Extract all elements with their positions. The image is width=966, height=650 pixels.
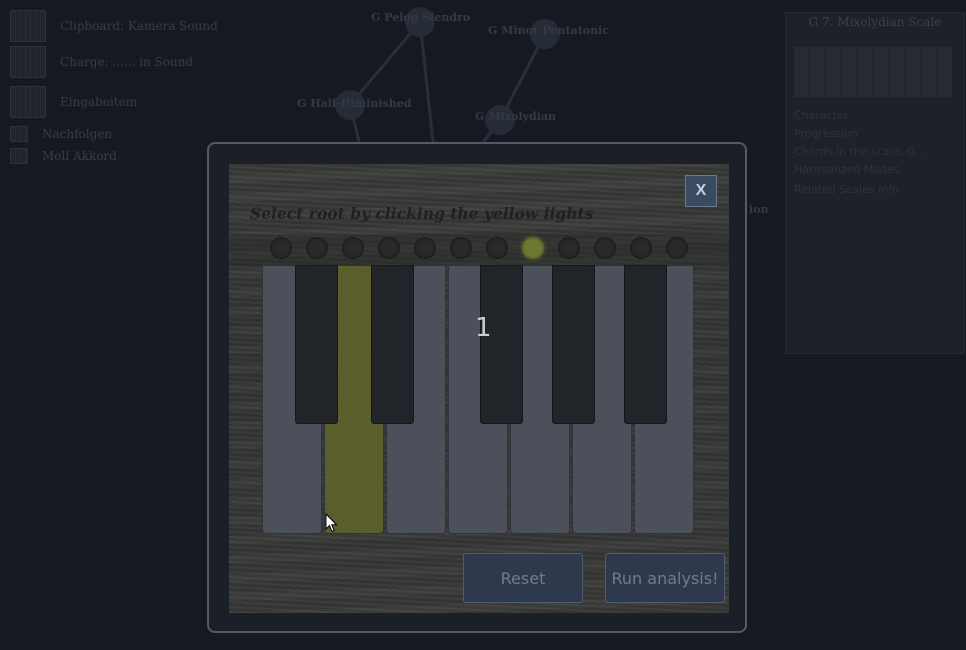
mouse-cursor-icon [325,513,338,533]
root-light[interactable] [522,237,544,259]
root-light[interactable] [414,237,436,259]
root-select-dialog: Select root by clicking the yellow light… [207,142,747,633]
root-light[interactable] [342,237,364,259]
selected-root-marker: 1 [475,313,492,343]
root-light[interactable] [630,237,652,259]
close-button[interactable]: X [685,175,717,207]
root-light[interactable] [270,237,292,259]
root-light[interactable] [594,237,616,259]
root-light[interactable] [486,237,508,259]
black-key[interactable] [295,265,338,424]
black-key[interactable] [480,265,523,424]
root-light[interactable] [306,237,328,259]
root-light[interactable] [558,237,580,259]
root-light[interactable] [450,237,472,259]
black-key[interactable] [624,265,667,424]
root-light[interactable] [378,237,400,259]
black-key[interactable] [552,265,595,424]
black-key[interactable] [371,265,414,424]
reset-button[interactable]: Reset [463,553,583,603]
root-light[interactable] [666,237,688,259]
instruction-text: Select root by clicking the yellow light… [250,204,594,223]
run-analysis-button[interactable]: Run analysis! [605,553,725,603]
lights-bar [230,234,729,266]
